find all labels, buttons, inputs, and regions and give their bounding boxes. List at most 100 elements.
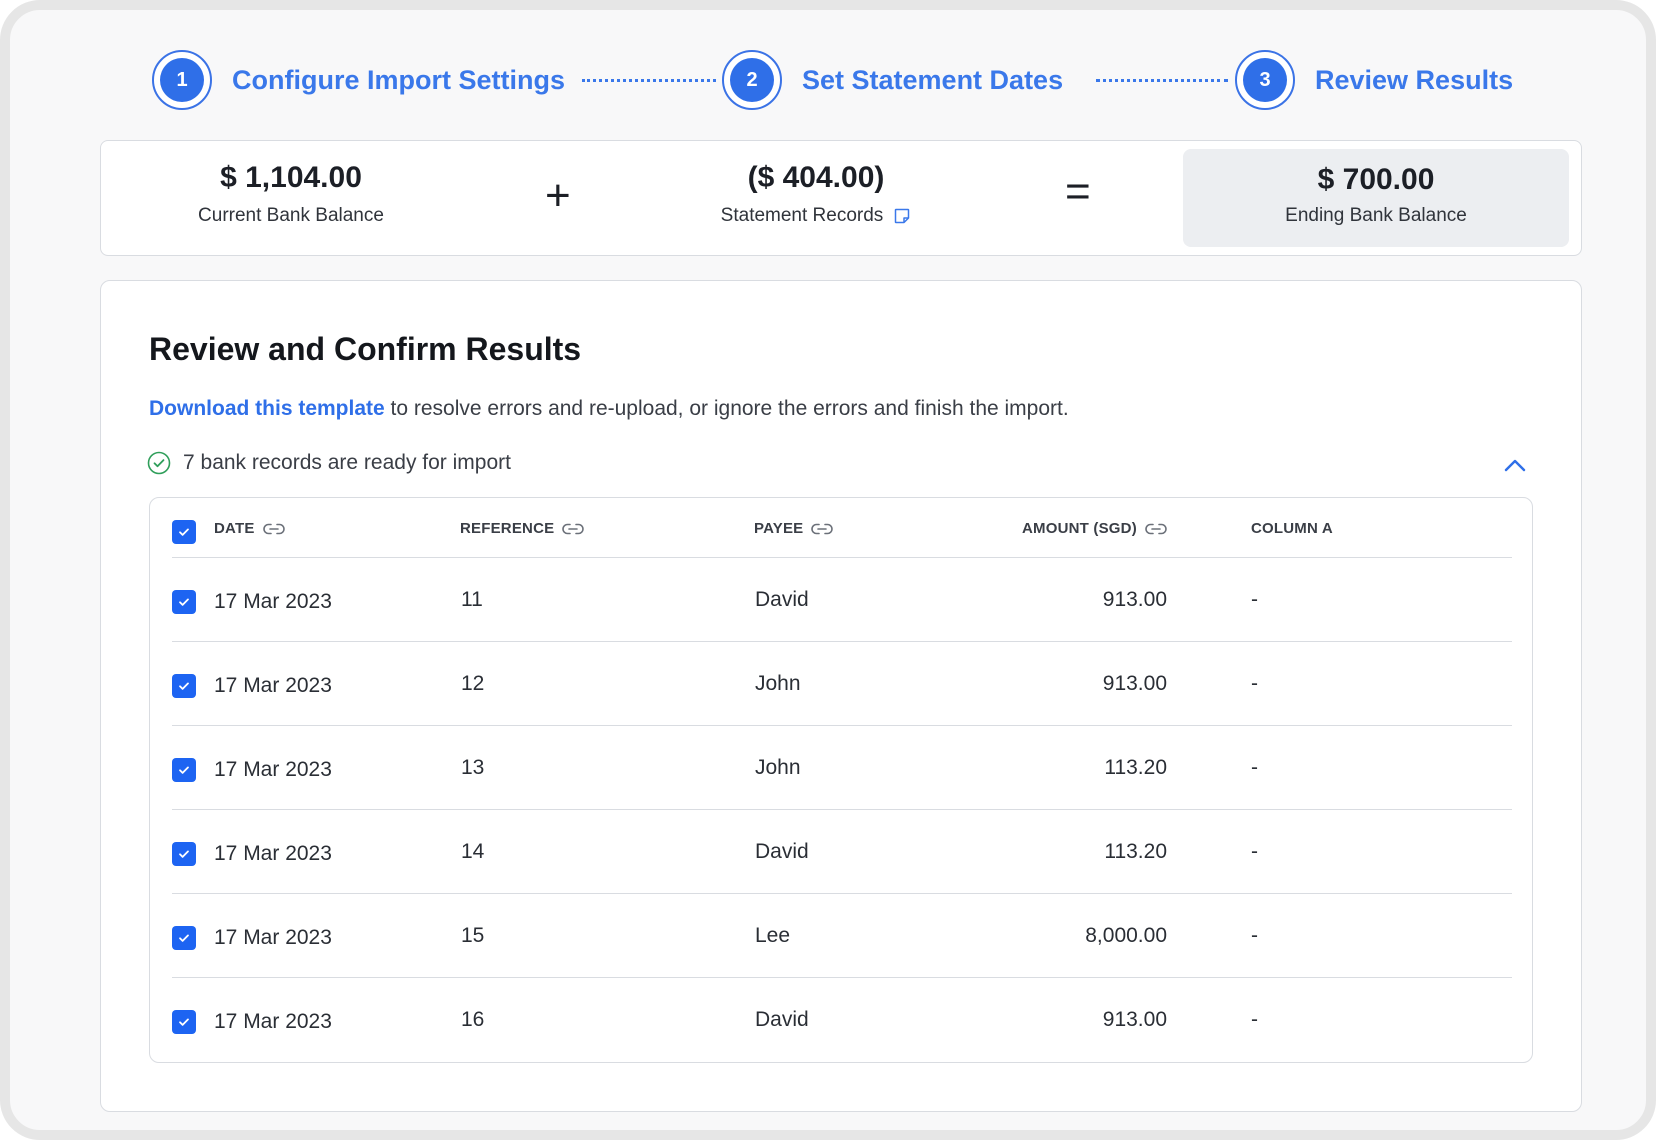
table-row[interactable]: 17 Mar 2023 13 John 113.20 - bbox=[172, 726, 1512, 810]
cell-payee: David bbox=[755, 1008, 809, 1031]
statement-records-value: ($ 404.00) bbox=[747, 161, 885, 194]
note-icon[interactable] bbox=[893, 207, 911, 225]
ending-balance-label: Ending Bank Balance bbox=[1183, 205, 1569, 227]
step-number: 1 bbox=[160, 58, 204, 102]
column-header-payee[interactable]: PAYEE bbox=[754, 520, 834, 537]
checkmark-icon bbox=[179, 1018, 189, 1026]
ready-status-text: 7 bank records are ready for import bbox=[183, 451, 511, 474]
step-set-statement-dates[interactable]: 2 Set Statement Dates bbox=[722, 48, 1063, 112]
cell-amount: 113.20 bbox=[1104, 840, 1167, 863]
cell-reference: 16 bbox=[461, 1008, 485, 1031]
checkmark-icon bbox=[179, 598, 189, 606]
step-connector bbox=[1096, 79, 1228, 82]
chevron-up-icon bbox=[1504, 458, 1526, 472]
row-checkbox[interactable] bbox=[172, 674, 196, 698]
page-title: Review and Confirm Results bbox=[149, 331, 582, 367]
column-header-label: DATE bbox=[214, 520, 255, 537]
current-balance-label-text: Current Bank Balance bbox=[198, 205, 384, 226]
table-row[interactable]: 17 Mar 2023 11 David 913.00 - bbox=[172, 558, 1512, 642]
link-icon bbox=[811, 522, 834, 536]
link-icon bbox=[1145, 522, 1167, 536]
column-header-amount[interactable]: AMOUNT (SGD) bbox=[1022, 520, 1167, 537]
cell-date: 17 Mar 2023 bbox=[214, 674, 332, 697]
table-row[interactable]: 17 Mar 2023 14 David 113.20 - bbox=[172, 810, 1512, 894]
statement-records-label-text: Statement Records bbox=[720, 205, 884, 226]
cell-reference: 13 bbox=[461, 756, 485, 779]
current-bank-balance: $ 1,104.00 Current Bank Balance bbox=[191, 141, 391, 257]
column-header-column-a[interactable]: COLUMN A bbox=[1251, 520, 1333, 537]
row-checkbox[interactable] bbox=[172, 926, 196, 950]
link-icon bbox=[262, 522, 285, 536]
step-number: 3 bbox=[1243, 58, 1287, 102]
cell-column-a: - bbox=[1251, 840, 1258, 863]
statement-records-label: Statement Records bbox=[691, 205, 941, 227]
check-circle-icon bbox=[147, 451, 171, 475]
table-row[interactable]: 17 Mar 2023 12 John 913.00 - bbox=[172, 642, 1512, 726]
step-number-circle: 1 bbox=[152, 50, 212, 110]
column-header-label: PAYEE bbox=[754, 520, 804, 537]
instructions-rest: to resolve errors and re-upload, or igno… bbox=[384, 397, 1069, 420]
table-row[interactable]: 17 Mar 2023 16 David 913.00 - bbox=[172, 978, 1512, 1062]
cell-column-a: - bbox=[1251, 756, 1258, 779]
step-number: 2 bbox=[730, 58, 774, 102]
cell-reference: 11 bbox=[461, 588, 483, 611]
cell-amount: 913.00 bbox=[1102, 672, 1167, 695]
step-number-circle: 2 bbox=[722, 50, 782, 110]
cell-column-a: - bbox=[1251, 672, 1258, 695]
checkmark-icon bbox=[179, 850, 189, 858]
step-label: Review Results bbox=[1315, 64, 1514, 95]
ending-bank-balance: $ 700.00 Ending Bank Balance bbox=[1183, 149, 1569, 247]
cell-column-a: - bbox=[1251, 588, 1258, 611]
cell-date: 17 Mar 2023 bbox=[214, 926, 332, 949]
cell-amount: 113.20 bbox=[1104, 756, 1167, 779]
checkmark-icon bbox=[179, 528, 189, 536]
checkmark-icon bbox=[179, 766, 189, 774]
equals-operator: = bbox=[1065, 167, 1091, 216]
ending-balance-value: $ 700.00 bbox=[1317, 163, 1435, 196]
column-header-label: COLUMN A bbox=[1251, 520, 1333, 537]
step-configure-import-settings[interactable]: 1 Configure Import Settings bbox=[152, 48, 565, 112]
cell-reference: 12 bbox=[461, 672, 485, 695]
step-connector bbox=[582, 79, 716, 82]
cell-reference: 15 bbox=[461, 924, 485, 947]
cell-date: 17 Mar 2023 bbox=[214, 590, 332, 613]
cell-payee: John bbox=[755, 672, 801, 695]
table-header: DATE REFERENCE PAYEE AMOUNT (SGD) COLUMN… bbox=[172, 498, 1512, 558]
cell-payee: David bbox=[755, 588, 809, 611]
row-checkbox[interactable] bbox=[172, 590, 196, 614]
app-window: 1 Configure Import Settings 2 Set Statem… bbox=[0, 0, 1656, 1140]
step-label: Configure Import Settings bbox=[232, 64, 565, 95]
cell-column-a: - bbox=[1251, 924, 1258, 947]
column-header-label: REFERENCE bbox=[460, 520, 555, 537]
instructions-text: Download this template to resolve errors… bbox=[149, 397, 1069, 421]
cell-amount: 913.00 bbox=[1102, 588, 1167, 611]
balance-summary: $ 1,104.00 Current Bank Balance + ($ 404… bbox=[100, 140, 1582, 256]
collapse-button[interactable] bbox=[1501, 451, 1529, 479]
cell-amount: 8,000.00 bbox=[1085, 924, 1167, 947]
plus-operator: + bbox=[545, 171, 571, 220]
current-balance-label: Current Bank Balance bbox=[191, 205, 391, 227]
import-stepper: 1 Configure Import Settings 2 Set Statem… bbox=[10, 48, 1646, 112]
link-icon bbox=[562, 522, 585, 536]
table-row[interactable]: 17 Mar 2023 15 Lee 8,000.00 - bbox=[172, 894, 1512, 978]
checkmark-icon bbox=[179, 934, 189, 942]
row-checkbox[interactable] bbox=[172, 842, 196, 866]
ending-balance-label-text: Ending Bank Balance bbox=[1285, 205, 1467, 226]
column-header-date[interactable]: DATE bbox=[214, 520, 285, 537]
row-checkbox[interactable] bbox=[172, 1010, 196, 1034]
step-number-circle: 3 bbox=[1235, 50, 1295, 110]
select-all-checkbox[interactable] bbox=[172, 520, 196, 544]
bank-records-table: DATE REFERENCE PAYEE AMOUNT (SGD) COLUMN… bbox=[149, 497, 1533, 1063]
column-header-reference[interactable]: REFERENCE bbox=[460, 520, 585, 537]
cell-payee: Lee bbox=[755, 924, 791, 947]
step-review-results[interactable]: 3 Review Results bbox=[1235, 48, 1513, 112]
step-label: Set Statement Dates bbox=[802, 64, 1064, 95]
review-results-card: Review and Confirm Results Download this… bbox=[100, 280, 1582, 1112]
download-template-link[interactable]: Download this template bbox=[149, 397, 385, 420]
cell-date: 17 Mar 2023 bbox=[214, 842, 332, 865]
cell-column-a: - bbox=[1251, 1008, 1258, 1031]
cell-date: 17 Mar 2023 bbox=[214, 758, 332, 781]
row-checkbox[interactable] bbox=[172, 758, 196, 782]
checkmark-icon bbox=[179, 682, 189, 690]
cell-payee: David bbox=[755, 840, 809, 863]
